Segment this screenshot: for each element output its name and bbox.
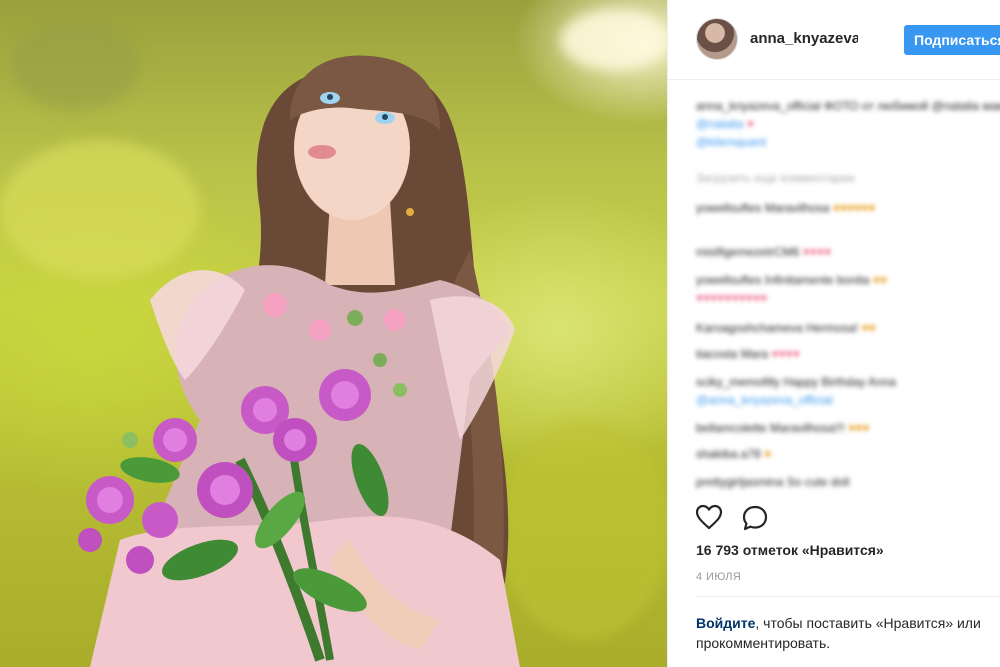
follow-button[interactable]: Подписаться — [904, 25, 1000, 55]
caption-link[interactable]: @kilemquant — [696, 136, 766, 148]
post-side-panel: anna_knyazeva_official Подписаться anna_… — [667, 0, 1000, 667]
post-header: anna_knyazeva_official Подписаться — [668, 0, 1000, 80]
heart-icon[interactable] — [695, 504, 723, 530]
list-item: tiacosta Mara ♥♥♥♥ — [696, 347, 800, 361]
post-date[interactable]: 4 ИЮЛЯ — [696, 571, 741, 583]
list-item: prettygirljasmina So cute doll — [696, 475, 850, 489]
likes-count[interactable]: 16 793 отметок «Нравится» — [696, 542, 884, 558]
list-item: Karoagoshchameva Hermosa! ♥♥ — [696, 321, 876, 335]
list-item: sciky_memofilly Happy Birthday Anna — [696, 375, 897, 389]
girl-with-flowers-illustration — [78, 55, 520, 667]
caption-text-cont: @natalia ♥ — [696, 117, 755, 131]
caption-link-text: @kilemquant — [696, 135, 767, 149]
list-item: yowellsuftes Infinitamente bonita ♥♥ — [696, 273, 888, 287]
list-item-cont: @anna_knyazeva_official — [696, 393, 833, 407]
load-more-comments-button[interactable]: Загрузить еще комментарии — [696, 172, 855, 184]
login-prompt: Войдите, чтобы поставить «Нравится» или … — [696, 613, 996, 653]
post-actions — [668, 500, 1000, 540]
list-item: mistfigemezetrCM6 ♥♥♥♥ — [696, 245, 832, 259]
list-item-cont: ♥♥♥♥♥♥♥♥♥♥ — [696, 291, 768, 305]
list-item: bellamcolette Maravilhosa!!! ♥♥♥ — [696, 421, 870, 435]
divider — [696, 596, 1000, 597]
post-photo[interactable] — [0, 0, 667, 667]
list-item: yowellsuftes Maravilhosa ♥♥♥♥♥♥ — [696, 201, 876, 215]
list-item: shakiba.a78 ♥ — [696, 447, 772, 461]
comment-icon[interactable] — [741, 504, 769, 532]
caption-text: anna_knyazeva_official ФОТО от любимой @… — [696, 100, 1000, 112]
avatar[interactable] — [696, 18, 738, 60]
username-link[interactable]: anna_knyazeva_official — [750, 30, 858, 47]
login-link[interactable]: Войдите — [696, 615, 755, 631]
caption-body: anna_knyazeva_official ФОТО от любимой @… — [696, 99, 1000, 113]
